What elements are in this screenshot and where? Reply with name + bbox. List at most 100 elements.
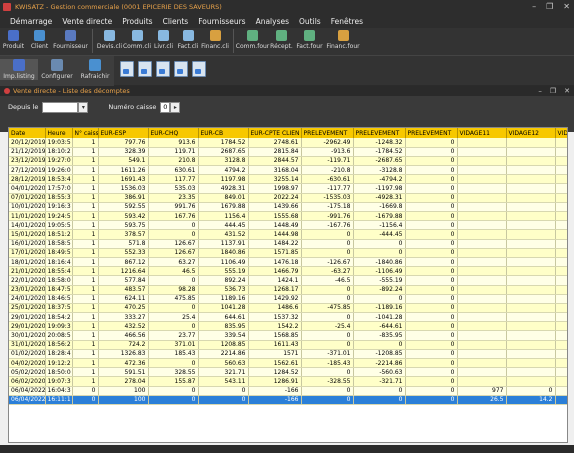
table-cell: 0: [353, 248, 406, 258]
table-row[interactable]: 15/01/2020 18:51:2 1 378.57 0 431.52 1444.98 0-…: [9, 229, 567, 240]
column-header[interactable]: PRELEVEMENT: [405, 128, 458, 138]
column-header[interactable]: Date: [9, 128, 46, 138]
inner-close-button[interactable]: ✕: [564, 87, 570, 95]
table-cell: 0: [405, 395, 458, 405]
toolbar-button[interactable]: Comm.four: [236, 28, 269, 50]
page-icon[interactable]: [138, 61, 152, 77]
toolbar-label: Comm.cli: [122, 43, 152, 50]
table-row[interactable]: 04/01/2020 17:57:0 1 1536.03 535.03 4928.31 19…: [9, 183, 567, 194]
column-header[interactable]: Heure: [45, 128, 73, 138]
table-row[interactable]: 06/04/2022 16:11:1 0 100 0 0 -166 0 0 0 26.5 14.2: [9, 395, 567, 405]
table-row[interactable]: 11/01/2020 19:24:5 1 593.42 167.76 1156.4 1555…: [9, 211, 567, 222]
data-grid[interactable]: Date Heure N° caiss EUR-ESP EUR-CHQ EUR-CB EUR…: [8, 127, 568, 443]
table-cell: -1248.32: [353, 138, 406, 148]
table-cell: [555, 266, 567, 277]
caisse-input[interactable]: 0: [160, 101, 171, 113]
menu-item[interactable]: Vente directe: [60, 17, 114, 26]
table-row[interactable]: 14/01/2020 19:05:5 1 593.75 0 444.45 1448.49 -1…: [9, 220, 567, 231]
date-dropdown[interactable]: ▾: [78, 101, 89, 113]
table-row[interactable]: 10/01/2020 19:16:3 1 592.55 991.76 1679.88 143…: [9, 202, 567, 213]
toolbar-button[interactable]: Comm.cli: [123, 28, 151, 50]
table-row[interactable]: 06/04/2022 16:04:3 0 100 0 0 -166 0 0 0 977 0: [9, 386, 567, 396]
column-header[interactable]: EUR-ESP: [98, 128, 149, 138]
table-row[interactable]: 22/01/2020 18:58:0 1 577.84 0 892.24 1424.1 -46…: [9, 275, 567, 286]
toolbar-button[interactable]: Financ.four: [324, 28, 362, 50]
depuis-date-input[interactable]: [42, 101, 79, 113]
toolbar-button[interactable]: Client: [27, 28, 52, 50]
table-row[interactable]: 04/02/2020 19:12:2 1 472.36 0 560.63 1562.61 -1…: [9, 358, 567, 369]
table-row[interactable]: 29/01/2020 18:54:2 1 333.27 25.4 644.61 1537.3…: [9, 312, 567, 323]
table-row[interactable]: 31/01/2020 18:56:2 1 724.2 371.01 1208.85 1611…: [9, 340, 567, 350]
table-row[interactable]: 20/12/2019 19:03:5 1 797.76 913.6 1784.52 2748…: [9, 138, 567, 148]
table-row[interactable]: 07/01/2020 18:55:3 1 386.91 23.35 849.01 2022.…: [9, 193, 567, 203]
table-cell: -2687.65: [353, 156, 406, 167]
column-header[interactable]: VIDAGE11: [457, 128, 507, 138]
menu-item[interactable]: Démarrage: [8, 17, 54, 26]
table-row[interactable]: 28/12/2019 18:53:4 1 1691.43 117.77 1197.98 32…: [9, 174, 567, 185]
table-cell: 333.27: [98, 312, 149, 323]
main-toolbar: Produit Client Fournisseur Devis.cli Comm.cl…: [0, 28, 574, 55]
column-header[interactable]: EUR-CB: [198, 128, 249, 138]
table-row[interactable]: 18/01/2020 18:16:4 1 867.12 63.27 1106.49 1476…: [9, 257, 567, 268]
toolbar-button[interactable]: Devis.cli: [96, 28, 123, 50]
table-row[interactable]: 25/01/2020 18:37:5 1 470.25 0 1041.28 1486.6 -4…: [9, 303, 567, 314]
table-row[interactable]: 21/01/2020 18:55:4 1 1216.64 46.5 555.19 1466.…: [9, 266, 567, 277]
toolbar-button[interactable]: Imp.listing: [0, 59, 38, 80]
table-row[interactable]: 30/01/2020 20:08:5 1 466.56 23.77 339.54 1568.…: [9, 330, 567, 341]
table-cell: 0: [148, 229, 199, 240]
toolbar-button[interactable]: Rafraichir: [76, 59, 114, 80]
menu-item[interactable]: Produits: [120, 17, 154, 26]
table-row[interactable]: 23/01/2020 18:47:5 1 483.57 98.28 536.73 1268.…: [9, 285, 567, 295]
column-header[interactable]: N° caiss: [72, 128, 99, 138]
table-cell: [555, 303, 567, 314]
table-row[interactable]: 24/01/2020 18:46:5 1 624.11 475.85 1189.16 142…: [9, 294, 567, 304]
column-header[interactable]: EUR-CPTE CLIEN: [248, 128, 302, 138]
table-cell: 3128.8: [198, 156, 249, 167]
maximize-button[interactable]: ❐: [546, 2, 553, 11]
page-icon[interactable]: [174, 61, 188, 77]
toolbar-button[interactable]: Fact.cli: [176, 28, 200, 50]
table-row[interactable]: 27/12/2019 19:26:0 1 1611.26 630.61 4794.2 316…: [9, 165, 567, 176]
menu-item[interactable]: Clients: [161, 17, 191, 26]
menu-item[interactable]: Analyses: [254, 17, 291, 26]
table-row[interactable]: 05/02/2020 18:50:0 1 591.51 328.55 321.71 1284…: [9, 367, 567, 378]
table-row[interactable]: 21/12/2019 18:10:2 1 328.39 119.71 2687.65 281…: [9, 147, 567, 157]
toolbar-button[interactable]: Financ.cli: [200, 28, 230, 50]
inner-minimize-button[interactable]: –: [538, 87, 542, 95]
table-cell: 16:04:3: [45, 386, 73, 396]
menu-item[interactable]: Outils: [297, 17, 323, 26]
table-row[interactable]: 29/01/2020 19:09:3 1 432.52 0 835.95 1542.2 -25…: [9, 321, 567, 332]
toolbar-button[interactable]: Produit: [0, 28, 27, 50]
table-cell: -175.18: [301, 202, 354, 213]
page-icon[interactable]: [192, 61, 206, 77]
table-cell: 23/12/2019: [9, 156, 46, 167]
inner-maximize-button[interactable]: ❐: [550, 87, 556, 95]
table-row[interactable]: 06/02/2020 19:07:3 1 278.04 155.87 543.11 1286…: [9, 376, 567, 387]
toolbar-button[interactable]: Fact.four: [295, 28, 324, 50]
column-header[interactable]: VIDAGE12: [506, 128, 556, 138]
table-cell: 2748.61: [248, 138, 302, 148]
caisse-spinner[interactable]: ▸: [170, 101, 181, 113]
table-row[interactable]: 17/01/2020 18:49:5 1 552.33 126.67 1840.86 157…: [9, 248, 567, 258]
minimize-button[interactable]: –: [532, 2, 536, 11]
column-header[interactable]: PRELEVEMENT: [301, 128, 354, 138]
table-row[interactable]: 01/02/2020 18:28:4 1 1326.83 185.43 2214.86 15…: [9, 349, 567, 360]
table-cell: 0: [301, 294, 354, 304]
close-button[interactable]: ✕: [563, 2, 570, 11]
toolbar-button[interactable]: Récept.: [268, 28, 295, 50]
table-row[interactable]: 23/12/2019 19:27:0 1 549.1 210.8 3128.8 2844.5…: [9, 156, 567, 167]
table-cell: 835.95: [198, 321, 249, 332]
toolbar-button[interactable]: Livr.cli: [151, 28, 176, 50]
toolbar-button[interactable]: Fournisseur: [52, 28, 89, 50]
column-header[interactable]: EUR-CHQ: [148, 128, 199, 138]
table-cell: 0: [405, 340, 458, 350]
page-icon[interactable]: [120, 61, 134, 77]
column-header[interactable]: PRELEVEMENT: [353, 128, 406, 138]
table-row[interactable]: 16/01/2020 18:58:5 1 571.8 126.67 1137.91 1484…: [9, 239, 567, 249]
menu-item[interactable]: Fournisseurs: [196, 17, 247, 26]
menu-item[interactable]: Fenêtres: [329, 17, 365, 26]
column-header[interactable]: VIDA: [555, 128, 567, 138]
table-cell: 977: [457, 386, 507, 396]
page-icon[interactable]: [156, 61, 170, 77]
toolbar-button[interactable]: Configurer: [38, 59, 76, 80]
